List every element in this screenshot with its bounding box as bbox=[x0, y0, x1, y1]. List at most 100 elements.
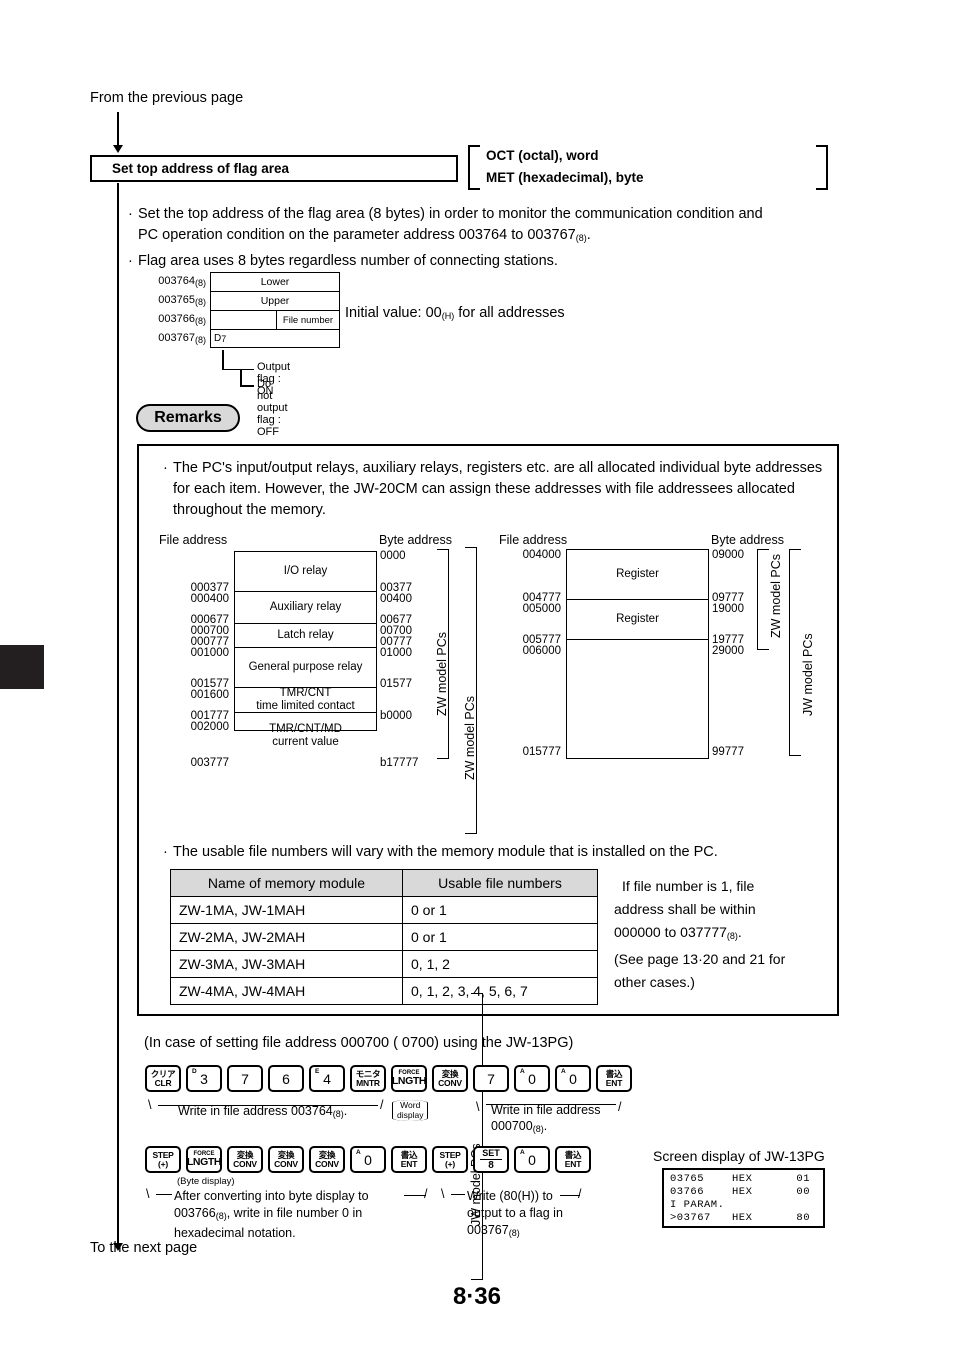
ann-row1-left-slash: / bbox=[380, 1098, 384, 1112]
segment-register-2: Register bbox=[567, 600, 708, 640]
jw13pg-screen: 03765 HEX 01 03766 HEX 00 I PARAM. >0376… bbox=[662, 1168, 825, 1228]
ann-row1-left-text: Write in file address 003764(8). bbox=[178, 1104, 348, 1119]
key-0-d[interactable]: A 0 bbox=[514, 1146, 550, 1173]
chapter-edge-tab bbox=[0, 645, 44, 689]
table-header-row: Name of memory module Usable file number… bbox=[170, 869, 598, 897]
key-3[interactable]: D 3 bbox=[186, 1065, 222, 1092]
format-bracket-note: OCT (octal), word MET (hexadecimal), byt… bbox=[468, 145, 828, 190]
key-lngth[interactable]: FORCE LNGTH bbox=[391, 1065, 427, 1092]
side-note-line4: (See page 13·20 and 21 for bbox=[614, 951, 786, 967]
key-conv-a[interactable]: 変換 CONV bbox=[227, 1146, 263, 1173]
intro-bullets: · Set the top address of the flag area (… bbox=[128, 204, 828, 274]
key-clr[interactable]: クリア CLR bbox=[145, 1065, 181, 1092]
bullet-1-line2: PC operation condition on the parameter … bbox=[138, 227, 576, 243]
left-zw-bracket-label: ZW model PCs bbox=[435, 631, 449, 716]
file-addr-005000: 005000 bbox=[522, 603, 561, 615]
address-label: 003766 bbox=[158, 313, 195, 325]
ann-row2-left-bracket: \ bbox=[146, 1187, 150, 1201]
right-zw-bracket bbox=[757, 549, 769, 650]
key-ent-c[interactable]: 書込 ENT bbox=[555, 1146, 591, 1173]
mid-zw-bracket bbox=[465, 547, 477, 834]
cell-module-name: ZW-1MA, JW-1MAH bbox=[170, 896, 403, 924]
memory-module-table: Name of memory module Usable file number… bbox=[170, 869, 598, 1005]
key-0-a[interactable]: A 0 bbox=[514, 1065, 550, 1092]
bullet-1-line1: Set the top address of the flag area (8 … bbox=[138, 206, 763, 222]
key-set-8[interactable]: SET 8 bbox=[473, 1146, 509, 1173]
key-step-b[interactable]: STEP (+) bbox=[432, 1146, 468, 1173]
section-title-text: Set top address of flag area bbox=[112, 161, 290, 176]
key-7-b[interactable]: 7 bbox=[473, 1065, 509, 1092]
flow-arrow-top bbox=[113, 145, 123, 153]
cell-module-name: ZW-2MA, JW-2MAH bbox=[170, 923, 403, 951]
screen-line: 03765 HEX 01 bbox=[670, 1173, 810, 1185]
right-zw-bracket-label: ZW model PCs bbox=[769, 553, 783, 638]
ann-row2-left-text: After converting into byte display to 00… bbox=[174, 1189, 369, 1240]
key-conv[interactable]: 変換 CONV bbox=[432, 1065, 468, 1092]
key-0-b[interactable]: A 0 bbox=[555, 1065, 591, 1092]
byte-addr-b0000: b0000 bbox=[380, 710, 412, 722]
key-ent[interactable]: 書込 ENT bbox=[596, 1065, 632, 1092]
segment-tmr-cnt: TMR/CNT time limited contact bbox=[235, 687, 376, 713]
screen-line: 03766 HEX 00 bbox=[670, 1186, 810, 1198]
address-row: 003765(8) Upper bbox=[145, 291, 340, 310]
bullet-1-sub: (8) bbox=[575, 233, 587, 243]
table-row: ZW-4MA, JW-4MAH 0, 1, 2, 3, 4, 5, 6, 7 bbox=[170, 977, 598, 1005]
bullet-item: · Set the top address of the flag area (… bbox=[128, 204, 828, 249]
key-0-c[interactable]: A 0 bbox=[350, 1146, 386, 1173]
byte-addr-b17777: b17777 bbox=[380, 757, 419, 769]
key-6[interactable]: 6 bbox=[268, 1065, 304, 1092]
remarks-badge: Remarks bbox=[136, 404, 240, 432]
document-page: From the previous page Set top address o… bbox=[0, 0, 954, 1351]
right-file-address-header: File address bbox=[499, 533, 568, 547]
column-header-filenumbers: Usable file numbers bbox=[402, 869, 598, 897]
file-addr-004000: 004000 bbox=[522, 549, 561, 561]
output-flag-off-label: Do not output flag : OFF bbox=[257, 378, 288, 438]
right-dash-right bbox=[708, 661, 709, 741]
address-cell-d7: D7 bbox=[210, 329, 340, 348]
bracket-left bbox=[468, 145, 480, 190]
segment-register-1: Register bbox=[567, 550, 708, 600]
to-next-page-label: To the next page bbox=[90, 1240, 198, 1256]
byte-addr-01000: 01000 bbox=[380, 647, 412, 659]
cell-file-numbers: 0, 1, 2, 3, 4, 5, 6, 7 bbox=[402, 977, 598, 1005]
screen-line: I PARAM. bbox=[670, 1199, 725, 1211]
key-mntr[interactable]: モニタ MNTR bbox=[350, 1065, 386, 1092]
address-cell: Upper bbox=[210, 291, 340, 310]
address-label: 003765 bbox=[158, 294, 195, 306]
table-row: ZW-3MA, JW-3MAH 0, 1, 2 bbox=[170, 950, 598, 978]
byte-addr-0000: 0000 bbox=[380, 550, 406, 562]
segment-auxiliary-relay: Auxiliary relay bbox=[235, 592, 376, 624]
word-display-bubble: Word display bbox=[392, 1100, 429, 1121]
right-jw-bracket bbox=[789, 549, 801, 756]
ann-row2-right-bracket: \ bbox=[441, 1187, 445, 1201]
side-note-line5: other cases.) bbox=[614, 974, 695, 990]
format-met-line: MET (hexadecimal), byte bbox=[486, 170, 644, 185]
file-addr-006000: 006000 bbox=[522, 645, 561, 657]
ann-row2-right-slash: / bbox=[578, 1187, 582, 1201]
format-oct-line: OCT (octal), word bbox=[486, 148, 599, 163]
remarks-paragraph-text: The PC's input/output relays, auxiliary … bbox=[173, 460, 823, 518]
right-dash-left bbox=[566, 661, 567, 741]
key-conv-b[interactable]: 変換 CONV bbox=[268, 1146, 304, 1173]
right-jw-bracket-label: JW model PCs bbox=[801, 633, 815, 716]
key-conv-c[interactable]: 変換 CONV bbox=[309, 1146, 345, 1173]
screen-display-title: Screen display of JW-13PG bbox=[653, 1148, 825, 1164]
address-label: 003767 bbox=[158, 332, 195, 344]
left-file-address-header: File address bbox=[159, 533, 228, 547]
ann-row1-right-bracket: \ bbox=[476, 1100, 480, 1114]
key-7[interactable]: 7 bbox=[227, 1065, 263, 1092]
address-cell-file-number: File number bbox=[210, 310, 340, 329]
bullet-2-text: Flag area uses 8 bytes regardless number… bbox=[138, 253, 558, 269]
key-step-a[interactable]: STEP (+) bbox=[145, 1146, 181, 1173]
cell-file-numbers: 0 or 1 bbox=[402, 896, 598, 924]
file-addr-003777: 003777 bbox=[190, 757, 229, 769]
byte-addr-01577: 01577 bbox=[380, 678, 412, 690]
file-addr-001600: 001600 bbox=[190, 689, 229, 701]
ann-row2-right-text: Write (80(H)) to output to a flag in 003… bbox=[467, 1189, 563, 1238]
key-4[interactable]: E 4 bbox=[309, 1065, 345, 1092]
cell-file-numbers: 0 or 1 bbox=[402, 923, 598, 951]
key-ent-b[interactable]: 書込 ENT bbox=[391, 1146, 427, 1173]
address-row: 003767(8) D7 bbox=[145, 329, 340, 348]
key-lngth-b[interactable]: FORCE LNGTH bbox=[186, 1146, 222, 1173]
file-addr-002000: 002000 bbox=[190, 721, 229, 733]
